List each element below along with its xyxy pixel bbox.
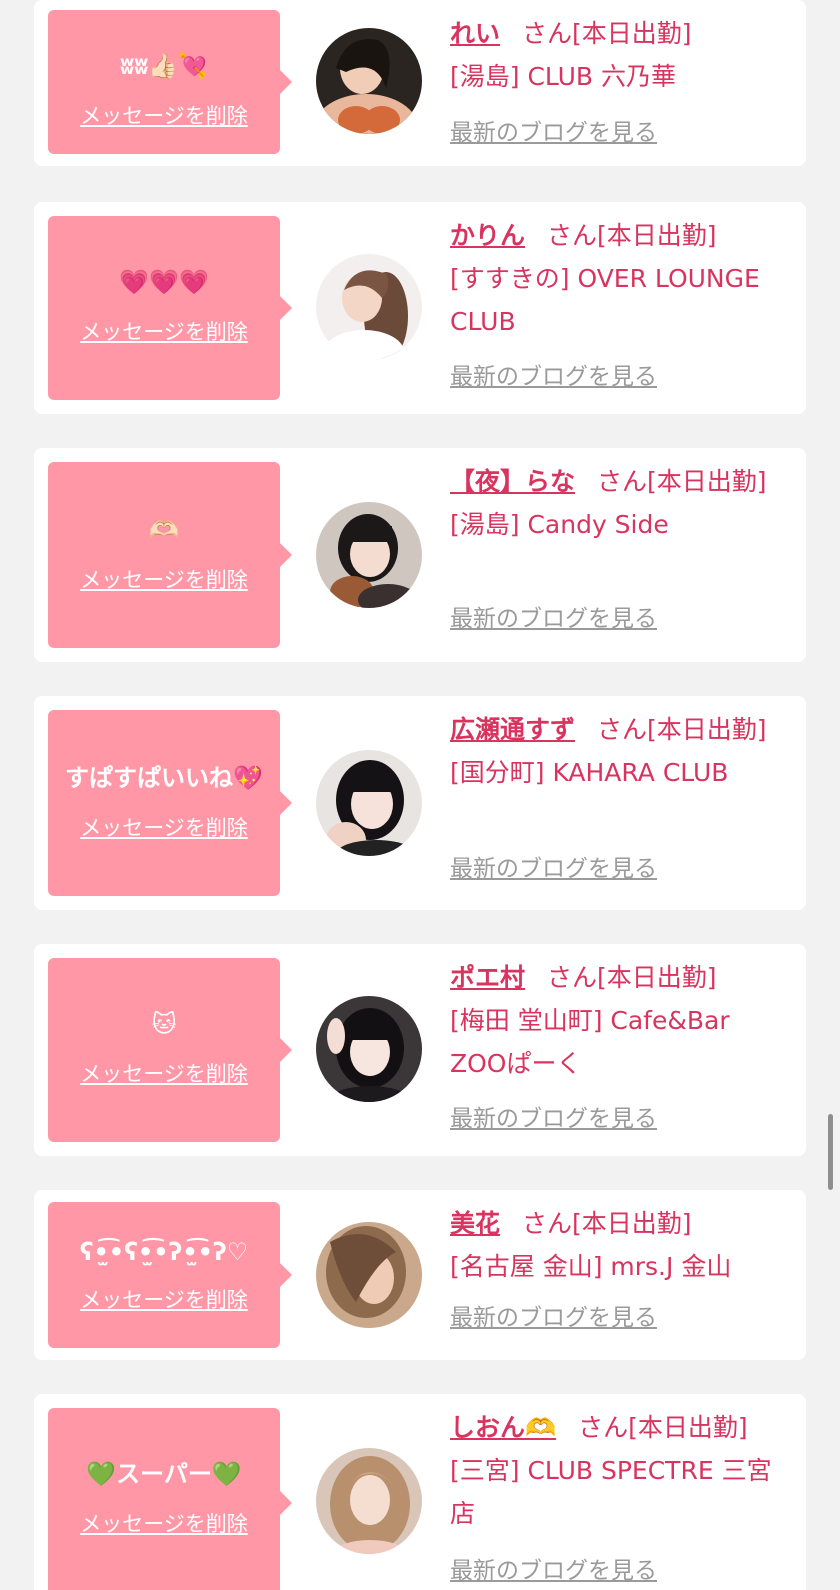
latest-blog-link[interactable]: 最新のブログを見る	[450, 362, 657, 392]
scrollbar[interactable]	[828, 1114, 833, 1190]
latest-blog-link[interactable]: 最新のブログを見る	[450, 1556, 657, 1586]
avatar[interactable]	[316, 1448, 422, 1554]
list-item: 🫶🏻 メッセージを削除 【夜】らな さん[本日出勤] [湯島] Candy Sid…	[34, 448, 806, 662]
avatar[interactable]	[316, 254, 422, 360]
list-item: ʬʬ👍🏻💘 メッセージを削除 れい さん[本日出勤] [湯島] CLUB 六乃華 …	[34, 0, 806, 166]
shop-location: [国分町] KAHARA CLUB	[450, 758, 729, 787]
message-bubble: ʬʬ👍🏻💘 メッセージを削除	[48, 10, 292, 154]
list-item: 🐱 メッセージを削除 ポエ村 さん[本日出勤] [梅田 堂山町] Cafe&Bar…	[34, 944, 806, 1156]
delete-message-link[interactable]: メッセージを削除	[48, 1510, 280, 1538]
honorific: さん	[547, 221, 598, 250]
honorific: さん	[578, 1413, 629, 1442]
cast-name-link[interactable]: ポエ村	[450, 963, 525, 992]
favorites-list: ʬʬ👍🏻💘 メッセージを削除 れい さん[本日出勤] [湯島] CLUB 六乃華 …	[0, 0, 840, 1590]
cast-name-link[interactable]: 美花	[450, 1209, 500, 1238]
cast-info: しおん🫶 さん[本日出勤] [三宮] CLUB SPECTRE 三宮店	[450, 1406, 786, 1535]
latest-blog-link[interactable]: 最新のブログを見る	[450, 118, 657, 148]
delete-message-link[interactable]: メッセージを削除	[48, 814, 280, 842]
shop-location: [三宮] CLUB SPECTRE 三宮店	[450, 1456, 772, 1528]
cast-info: れい さん[本日出勤] [湯島] CLUB 六乃華	[450, 12, 786, 98]
message-bubble: すぱすぱいいね💖 メッセージを削除	[48, 710, 292, 896]
honorific: さん	[597, 467, 648, 496]
avatar[interactable]	[316, 1222, 422, 1328]
shop-location: [すすきの] OVER LOUNGE CLUB	[450, 264, 760, 336]
message-bubble: ʕ•̫͡•ʕ•̫͡•ʔ•̫͡•ʔ♡ メッセージを削除	[48, 1202, 292, 1348]
message-bubble: 🫶🏻 メッセージを削除	[48, 462, 292, 648]
message-bubble: 💚スーパー💚 メッセージを削除	[48, 1408, 292, 1590]
message-text: すぱすぱいいね💖	[65, 764, 263, 792]
cast-info: 広瀬通すず さん[本日出勤] [国分町] KAHARA CLUB	[450, 708, 786, 794]
delete-message-link[interactable]: メッセージを削除	[48, 1060, 280, 1088]
list-item: 💗💗💗 メッセージを削除 かりん さん[本日出勤] [すすきの] OVER LOU…	[34, 202, 806, 414]
shop-location: [名古屋 金山] mrs.J 金山	[450, 1252, 732, 1281]
cast-name-link[interactable]: かりん	[450, 221, 525, 250]
attendance-status: [本日出勤]	[597, 963, 717, 992]
cast-name-link[interactable]: 広瀬通すず	[450, 715, 575, 744]
avatar[interactable]	[316, 28, 422, 134]
honorific: さん	[597, 715, 648, 744]
attendance-status: [本日出勤]	[597, 221, 717, 250]
message-text: 🫶🏻	[149, 516, 179, 544]
shop-location: [湯島] Candy Side	[450, 510, 669, 539]
cast-name-link[interactable]: 【夜】らな	[450, 467, 575, 496]
latest-blog-link[interactable]: 最新のブログを見る	[450, 1104, 657, 1134]
list-item: 💚スーパー💚 メッセージを削除 しおん🫶 さん[本日出勤] [三宮] CLUB S…	[34, 1394, 806, 1590]
cast-name-link[interactable]: れい	[450, 19, 500, 48]
latest-blog-link[interactable]: 最新のブログを見る	[450, 604, 657, 634]
avatar[interactable]	[316, 750, 422, 856]
cast-name-link[interactable]: しおん🫶	[450, 1413, 556, 1442]
attendance-status: [本日出勤]	[572, 1209, 692, 1238]
attendance-status: [本日出勤]	[647, 467, 767, 496]
cast-info: 【夜】らな さん[本日出勤] [湯島] Candy Side	[450, 460, 786, 546]
delete-message-link[interactable]: メッセージを削除	[48, 318, 280, 346]
honorific: さん	[522, 19, 573, 48]
avatar[interactable]	[316, 502, 422, 608]
delete-message-link[interactable]: メッセージを削除	[48, 102, 280, 130]
shop-location: [湯島] CLUB 六乃華	[450, 62, 676, 91]
attendance-status: [本日出勤]	[628, 1413, 748, 1442]
attendance-status: [本日出勤]	[647, 715, 767, 744]
delete-message-link[interactable]: メッセージを削除	[48, 1286, 280, 1314]
message-bubble: 💗💗💗 メッセージを削除	[48, 216, 292, 400]
honorific: さん	[547, 963, 598, 992]
honorific: さん	[522, 1209, 573, 1238]
shop-location: [梅田 堂山町] Cafe&Bar ZOOぱーく	[450, 1006, 730, 1078]
cast-info: 美花 さん[本日出勤] [名古屋 金山] mrs.J 金山	[450, 1202, 786, 1288]
message-bubble: 🐱 メッセージを削除	[48, 958, 292, 1142]
attendance-status: [本日出勤]	[572, 19, 692, 48]
latest-blog-link[interactable]: 最新のブログを見る	[450, 854, 657, 884]
message-text: ʕ•̫͡•ʕ•̫͡•ʔ•̫͡•ʔ♡	[79, 1238, 249, 1266]
cast-info: ポエ村 さん[本日出勤] [梅田 堂山町] Cafe&Bar ZOOぱーく	[450, 956, 786, 1085]
message-text: 🐱	[151, 1010, 177, 1038]
delete-message-link[interactable]: メッセージを削除	[48, 566, 280, 594]
avatar[interactable]	[316, 996, 422, 1102]
message-text: 💗💗💗	[119, 268, 209, 296]
cast-info: かりん さん[本日出勤] [すすきの] OVER LOUNGE CLUB	[450, 214, 786, 343]
latest-blog-link[interactable]: 最新のブログを見る	[450, 1303, 657, 1333]
list-item: すぱすぱいいね💖 メッセージを削除 広瀬通すず さん[本日出勤] [国分町] KA…	[34, 696, 806, 910]
list-item: ʕ•̫͡•ʕ•̫͡•ʔ•̫͡•ʔ♡ メッセージを削除 美花 さん[本日出勤] [名…	[34, 1190, 806, 1360]
message-text: ʬʬ👍🏻💘	[119, 52, 209, 80]
message-text: 💚スーパー💚	[86, 1460, 242, 1488]
